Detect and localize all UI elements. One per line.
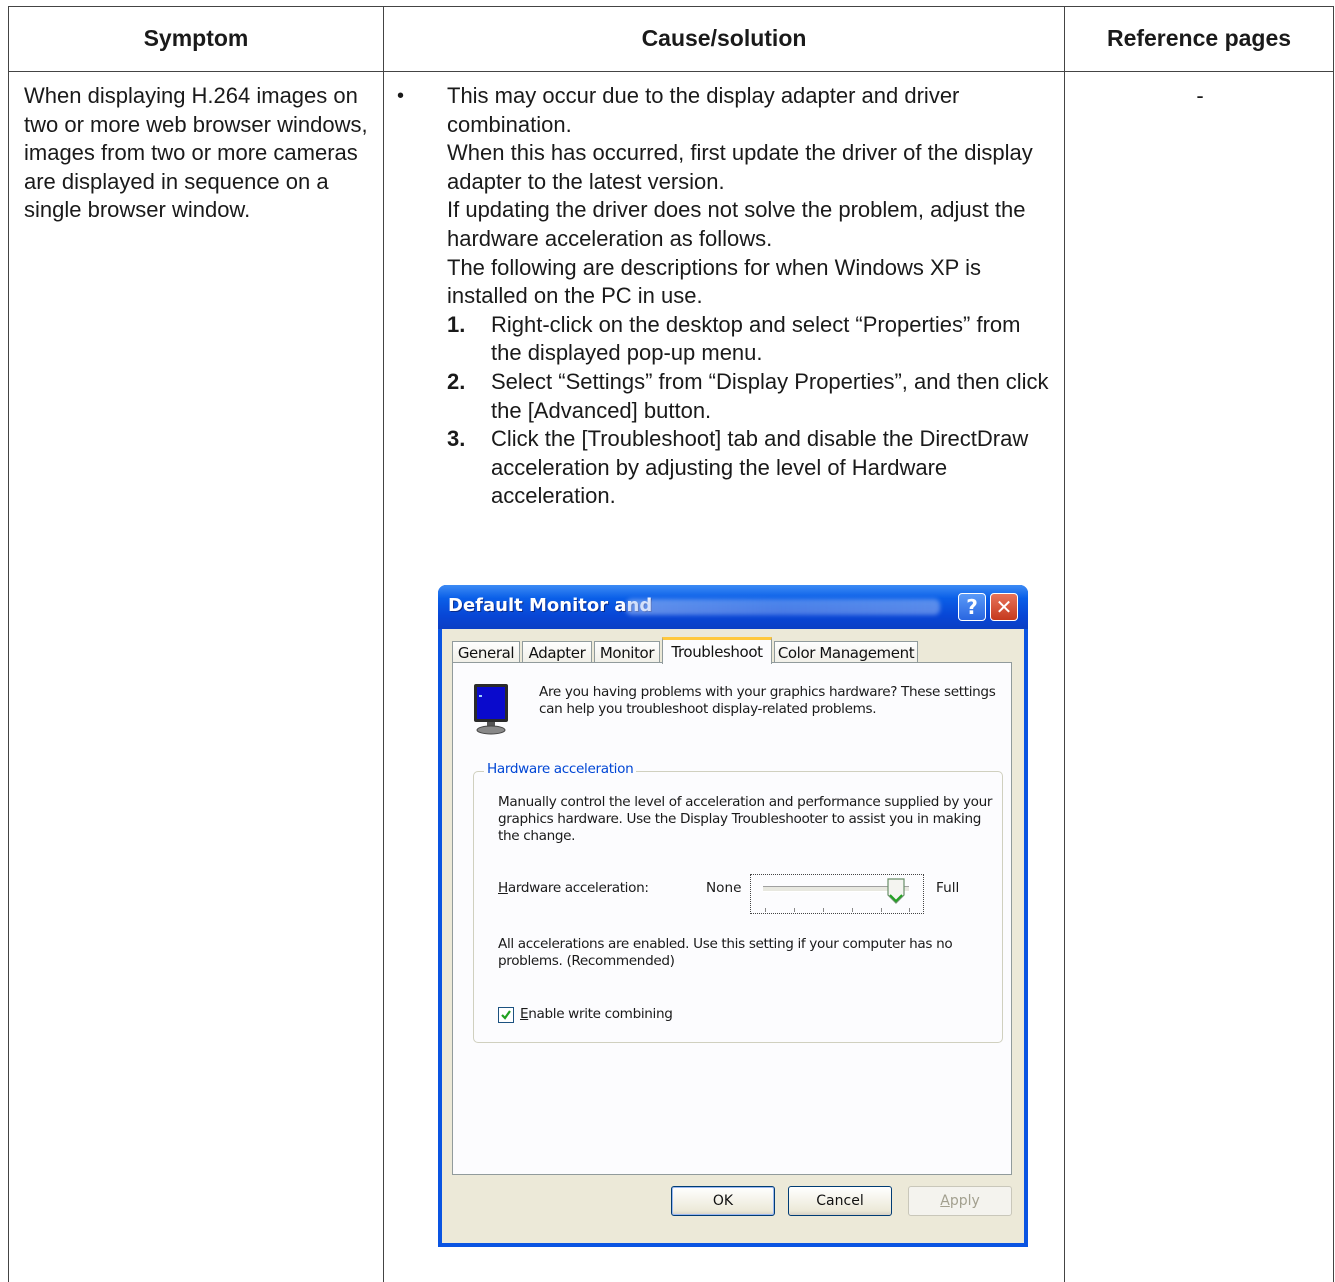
dialog-client-area: General Adapter Monitor Troubleshoot Col… [442, 629, 1024, 1243]
tab-monitor[interactable]: Monitor [594, 641, 660, 663]
step-text: Select “Settings” from “Display Properti… [491, 368, 1049, 423]
tab-adapter[interactable]: Adapter [522, 641, 592, 663]
label-rest: ardware acceleration: [507, 880, 649, 896]
step-2: 2. Select “Settings” from “Display Prope… [447, 368, 1057, 425]
label-rest: nable write combining [528, 1006, 673, 1022]
monitor-icon [474, 684, 508, 735]
apply-button[interactable]: Apply [908, 1186, 1012, 1216]
step-number: 1. [447, 311, 466, 337]
acceleration-status-text: All accelerations are enabled. Use this … [498, 936, 953, 969]
ok-button[interactable]: OK [671, 1186, 775, 1216]
intro-text: Are you having problems with your graphi… [539, 684, 996, 717]
table-col-divider-1 [383, 6, 384, 1282]
slider-min-label: None [706, 880, 742, 896]
dialog-title: Default Monitor and [448, 595, 653, 616]
step-number: 3. [447, 426, 466, 452]
hardware-acceleration-group: Hardware acceleration Manually control t… [473, 761, 1003, 1043]
label-rest: pply [949, 1193, 980, 1209]
slider-tick [823, 908, 824, 912]
cancel-button[interactable]: Cancel [788, 1186, 892, 1216]
cause-paragraph: When this has occurred, first update the… [447, 140, 1033, 194]
tab-troubleshoot[interactable]: Troubleshoot [662, 637, 772, 664]
close-button[interactable]: ✕ [990, 593, 1018, 621]
write-combining-checkbox[interactable] [498, 1007, 514, 1023]
header-cause-solution: Cause/solution [641, 25, 807, 51]
cause-paragraph: The following are descriptions for when … [447, 254, 981, 309]
help-button[interactable]: ? [958, 593, 986, 621]
slider-tick [765, 908, 766, 912]
step-1: 1. Right-click on the desktop and select… [447, 311, 1057, 368]
cause-paragraph: If updating the driver does not solve th… [447, 197, 1026, 251]
checkmark-icon [501, 1010, 511, 1020]
hardware-acceleration-label: Hardware acceleration: [498, 880, 649, 896]
table-left-border [8, 6, 9, 1282]
dialog-titlebar[interactable]: Default Monitor and ? ✕ [438, 585, 1028, 629]
step-text: Click the [Troubleshoot] tab and disable… [491, 426, 1029, 509]
table-right-border [1333, 6, 1334, 1282]
slider-tick [794, 908, 795, 912]
tab-general[interactable]: General [452, 641, 520, 663]
reference-pages-value: - [1196, 83, 1204, 108]
mnemonic-char: A [940, 1193, 950, 1209]
acceleration-slider[interactable] [750, 874, 924, 914]
mnemonic-char: H [498, 880, 508, 896]
step-text: Right-click on the desktop and select “P… [491, 311, 1021, 366]
cause-solution-text: This may occur due to the display adapte… [447, 82, 1057, 511]
slider-thumb[interactable] [887, 878, 905, 904]
blurred-adapter-name [626, 599, 940, 615]
group-description: Manually control the level of accelerati… [498, 794, 993, 844]
table-header-divider [8, 71, 1333, 72]
display-properties-dialog: Default Monitor and ? ✕ General Adapter … [438, 585, 1028, 1247]
step-number: 2. [447, 368, 466, 394]
symptom-text: When displaying H.264 images on two or m… [24, 83, 368, 223]
slider-tick [881, 908, 882, 912]
step-3: 3. Click the [Troubleshoot] tab and disa… [447, 425, 1057, 511]
slider-tick [852, 908, 853, 912]
table-col-divider-2 [1064, 6, 1065, 1282]
tab-color-management[interactable]: Color Management [774, 641, 918, 663]
troubleshoot-panel: Are you having problems with your graphi… [452, 662, 1012, 1175]
write-combining-label[interactable]: Enable write combining [520, 1006, 673, 1022]
header-symptom: Symptom [143, 25, 249, 51]
mnemonic-char: E [520, 1006, 529, 1022]
slider-tick [909, 908, 910, 912]
slider-max-label: Full [936, 880, 960, 896]
cause-paragraph: This may occur due to the display adapte… [447, 83, 960, 137]
question-icon: ? [966, 595, 978, 619]
group-label: Hardware acceleration [484, 761, 637, 777]
bullet-icon: • [397, 85, 405, 107]
close-icon: ✕ [995, 595, 1013, 619]
header-reference-pages: Reference pages [1106, 25, 1292, 51]
